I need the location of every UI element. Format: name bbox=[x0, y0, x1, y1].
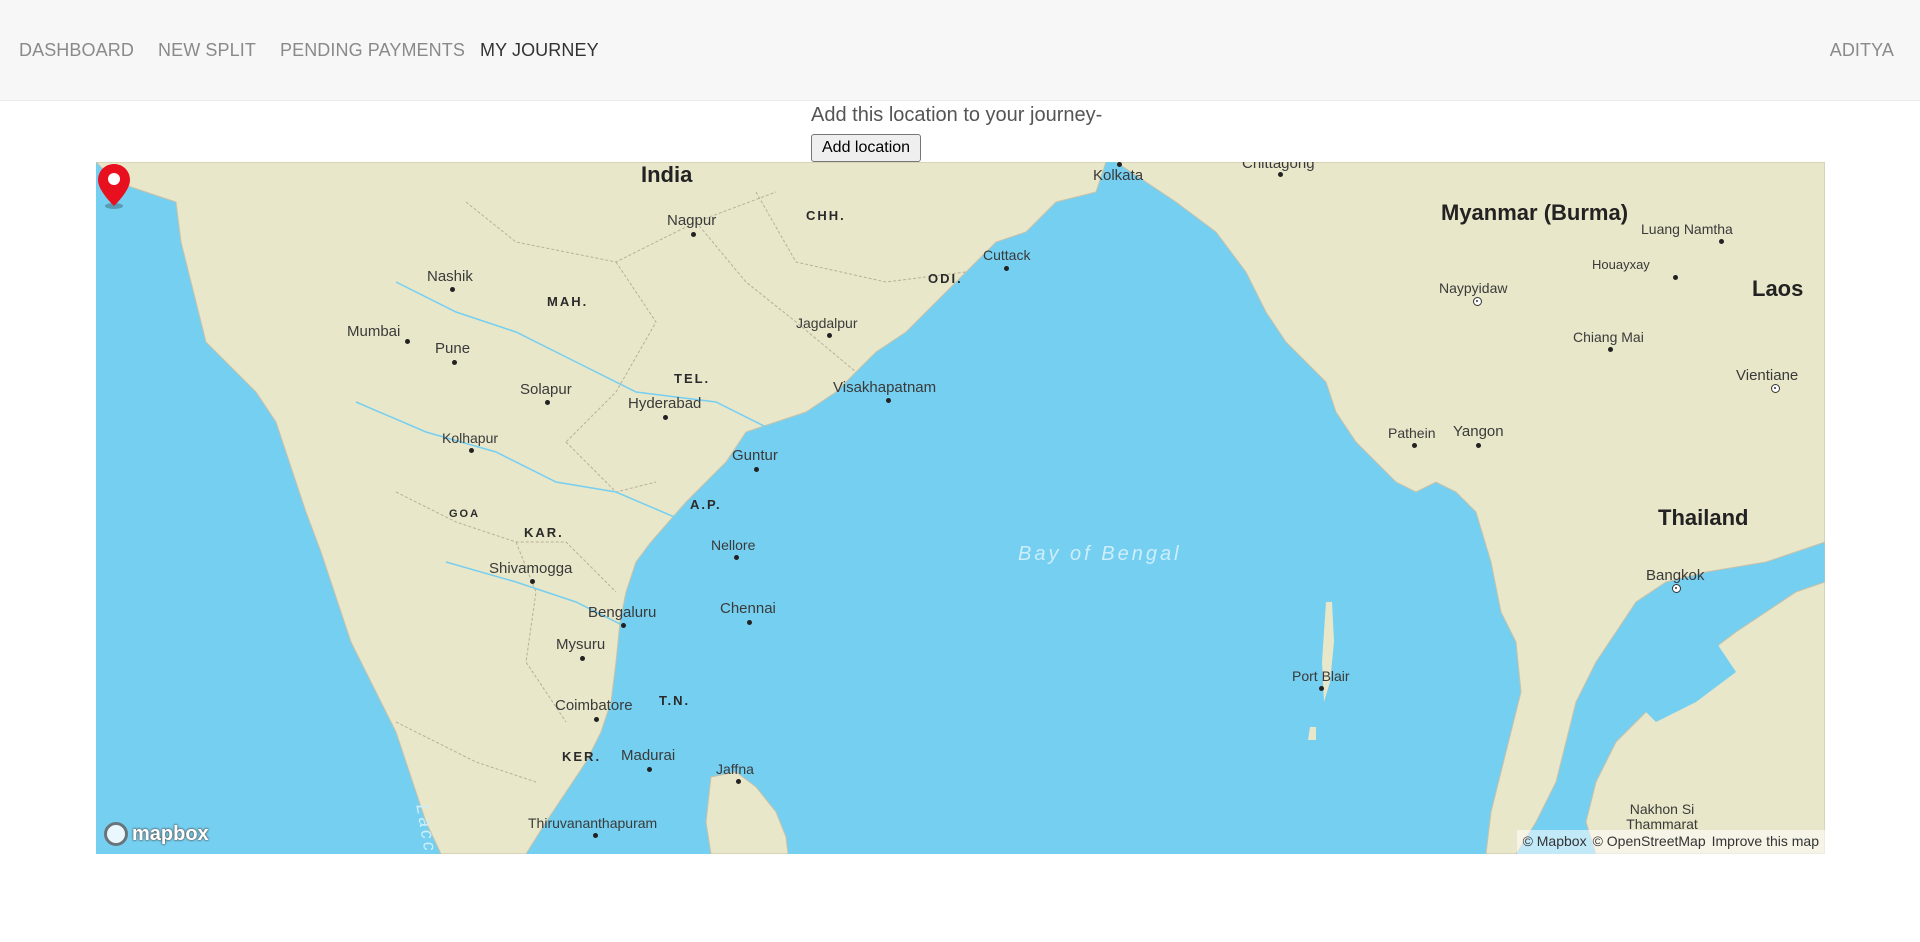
state-label-goa: GOA bbox=[449, 508, 481, 520]
city-label-kolkata: Kolkata bbox=[1093, 167, 1144, 184]
city-label-yangon: Yangon bbox=[1453, 423, 1504, 440]
city-dot-chittagong bbox=[1278, 172, 1283, 177]
state-label-ker: KER. bbox=[562, 749, 602, 764]
attribution-improve-link[interactable]: Improve this map bbox=[1712, 833, 1819, 851]
city-dot-hyderabad bbox=[663, 415, 668, 420]
city-dot-nagpur bbox=[691, 232, 696, 237]
city-label-nakhon-si-thammarat: Nakhon Si Thammarat bbox=[1626, 801, 1698, 833]
city-label-chennai: Chennai bbox=[720, 600, 776, 617]
city-dot-mysuru bbox=[580, 656, 585, 661]
city-label-cuttack: Cuttack bbox=[983, 247, 1031, 263]
state-label-chh: CHH. bbox=[806, 208, 846, 223]
city-label-jagdalpur: Jagdalpur bbox=[796, 315, 858, 331]
mapbox-logo-icon bbox=[104, 822, 128, 846]
city-label-madurai: Madurai bbox=[621, 747, 676, 764]
city-dot-cuttack bbox=[1004, 266, 1009, 271]
state-label-ap: A.P. bbox=[690, 497, 722, 512]
city-label-shivamogga: Shivamogga bbox=[489, 560, 573, 577]
nav-dashboard-link[interactable]: DASHBOARD bbox=[19, 40, 134, 61]
country-label-laos: Laos bbox=[1752, 276, 1804, 301]
city-label-solapur: Solapur bbox=[520, 381, 572, 398]
state-label-tel: TEL. bbox=[674, 371, 711, 386]
state-label-mah: MAH. bbox=[547, 294, 589, 309]
nav-new-split-link[interactable]: NEW SPLIT bbox=[158, 40, 256, 61]
city-dot-thiruvananthapuram bbox=[593, 833, 598, 838]
map-canvas[interactable]: India Myanmar (Burma) Laos Thailand Bay … bbox=[96, 162, 1825, 854]
city-label-port-blair: Port Blair bbox=[1292, 668, 1350, 684]
city-dot-nashik bbox=[450, 287, 455, 292]
city-dot-guntur bbox=[754, 467, 759, 472]
city-dot-chiang-mai bbox=[1608, 347, 1613, 352]
city-label-mumbai: Mumbai bbox=[347, 323, 401, 340]
city-dot-luang-namtha bbox=[1719, 239, 1724, 244]
user-menu-link[interactable]: ADITYA bbox=[1830, 40, 1894, 61]
city-label-hyderabad: Hyderabad bbox=[628, 395, 702, 412]
city-label-houayxay: Houayxay bbox=[1592, 257, 1650, 272]
city-dot-nellore bbox=[734, 555, 739, 560]
attribution-mapbox-link[interactable]: © Mapbox bbox=[1523, 833, 1587, 851]
add-location-prompt: Add this location to your journey- bbox=[811, 104, 1103, 126]
city-dot-houayxay bbox=[1673, 275, 1678, 280]
city-dot-visakhapatnam bbox=[886, 398, 891, 403]
city-dot-shivamogga bbox=[530, 579, 535, 584]
state-label-kar: KAR. bbox=[524, 525, 564, 540]
city-dot-madurai bbox=[647, 767, 652, 772]
add-location-button[interactable]: Add location bbox=[811, 134, 922, 162]
city-dot-pune bbox=[452, 360, 457, 365]
city-dot-jagdalpur bbox=[827, 333, 832, 338]
city-label-chiang-mai: Chiang Mai bbox=[1573, 329, 1644, 345]
city-dot-chennai bbox=[747, 620, 752, 625]
city-label-visakhapatnam: Visakhapatnam bbox=[833, 379, 937, 396]
map-terrain bbox=[96, 162, 1825, 854]
mapbox-logo[interactable]: mapbox bbox=[104, 822, 209, 846]
city-label-bengaluru: Bengaluru bbox=[588, 604, 657, 621]
capital-dot-bangkok bbox=[1672, 584, 1681, 593]
city-label-pune: Pune bbox=[435, 340, 471, 357]
nav-pending-payments-link[interactable]: PENDING PAYMENTS bbox=[280, 40, 465, 61]
capital-dot-vientiane bbox=[1771, 384, 1780, 393]
city-label-pathein: Pathein bbox=[1388, 425, 1436, 441]
city-label-kolhapur: Kolhapur bbox=[442, 430, 499, 446]
mapbox-logo-text: mapbox bbox=[132, 822, 209, 845]
location-marker-icon[interactable] bbox=[96, 162, 132, 210]
water-label-bay-of-bengal: Bay of Bengal bbox=[1018, 543, 1182, 565]
land-sri-lanka bbox=[705, 771, 789, 854]
city-label-nellore: Nellore bbox=[711, 537, 756, 553]
top-navbar: DASHBOARD NEW SPLIT PENDING PAYMENTS MY … bbox=[0, 0, 1920, 101]
city-dot-mumbai bbox=[405, 339, 410, 344]
city-dot-pathein bbox=[1412, 443, 1417, 448]
city-label-nagpur: Nagpur bbox=[667, 212, 717, 229]
country-label-india: India bbox=[641, 162, 693, 187]
city-label-nashik: Nashik bbox=[427, 268, 473, 285]
city-label-naypyidaw: Naypyidaw bbox=[1439, 280, 1508, 296]
capital-dot-naypyidaw bbox=[1473, 297, 1482, 306]
city-label-vientiane: Vientiane bbox=[1736, 367, 1799, 384]
city-dot-yangon bbox=[1476, 443, 1481, 448]
state-label-odi: ODI. bbox=[928, 271, 963, 286]
state-label-tn: T.N. bbox=[659, 693, 691, 708]
city-label-chittagong: Chittagong bbox=[1242, 162, 1315, 172]
attribution-osm-link[interactable]: © OpenStreetMap bbox=[1593, 833, 1706, 851]
map-attribution: © Mapbox © OpenStreetMap Improve this ma… bbox=[1516, 830, 1825, 854]
city-dot-bengaluru bbox=[621, 623, 626, 628]
nav-my-journey-link[interactable]: MY JOURNEY bbox=[480, 40, 599, 61]
city-label-coimbatore: Coimbatore bbox=[555, 697, 633, 714]
country-label-thailand: Thailand bbox=[1658, 505, 1749, 530]
city-dot-solapur bbox=[545, 400, 550, 405]
city-dot-kolkata bbox=[1117, 162, 1122, 167]
city-label-thiruvananthapuram: Thiruvananthapuram bbox=[528, 815, 658, 831]
city-dot-jaffna bbox=[736, 779, 741, 784]
city-dot-port-blair bbox=[1319, 686, 1324, 691]
city-label-mysuru: Mysuru bbox=[556, 636, 606, 653]
city-label-bangkok: Bangkok bbox=[1646, 567, 1705, 584]
city-label-luang-namtha: Luang Namtha bbox=[1641, 221, 1733, 237]
land-andaman-small bbox=[1308, 727, 1316, 740]
city-label-guntur: Guntur bbox=[732, 447, 778, 464]
city-dot-coimbatore bbox=[594, 717, 599, 722]
city-label-jaffna: Jaffna bbox=[716, 761, 754, 777]
country-label-myanmar: Myanmar (Burma) bbox=[1441, 200, 1629, 225]
city-dot-kolhapur bbox=[469, 448, 474, 453]
